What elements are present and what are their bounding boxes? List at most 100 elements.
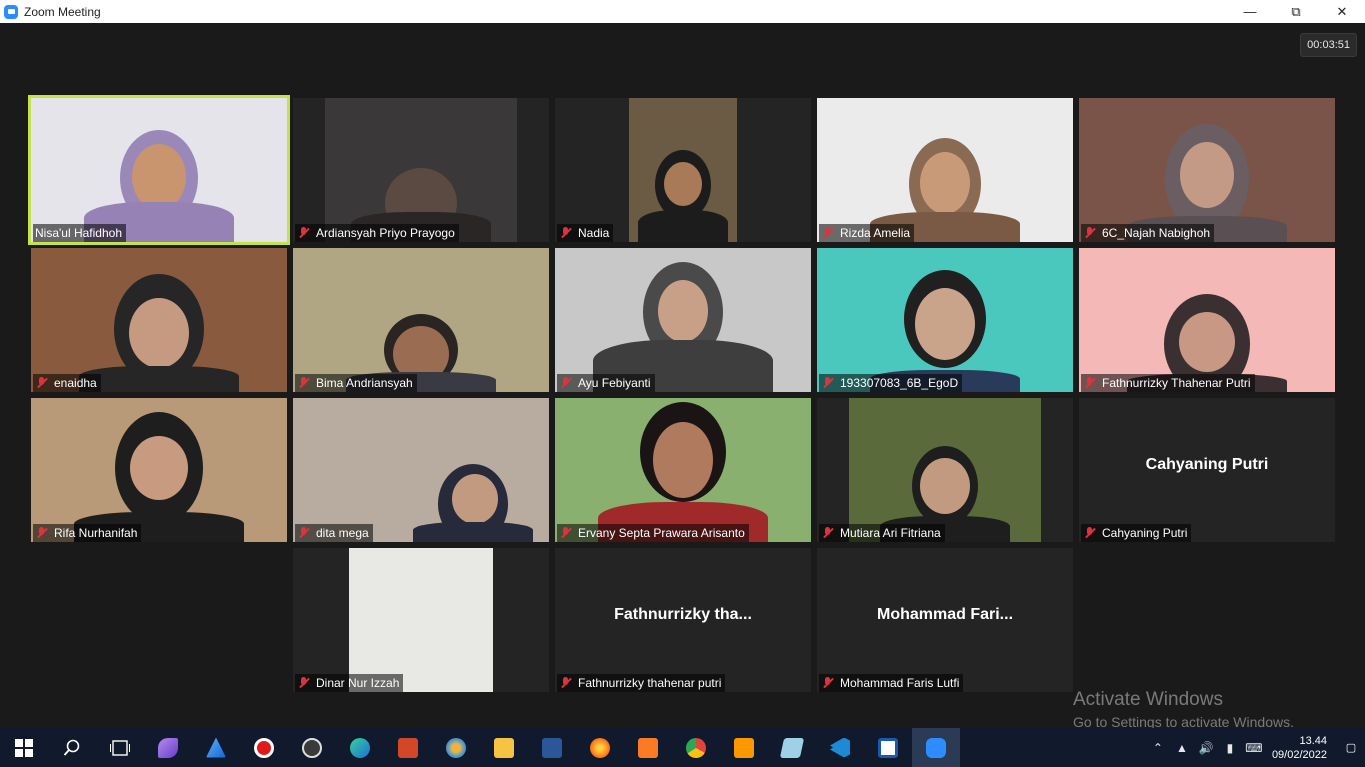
participant-tile[interactable]: Nisa'ul Hafidhoh [28,95,290,245]
clock-time: 13.44 [1299,734,1327,747]
record-icon [254,737,274,758]
participant-video [629,98,737,242]
taskbar-app[interactable] [336,728,384,767]
participant-name: Mohammad Faris Lutfi [840,676,960,690]
participant-name-label: 6C_Najah Nabighoh [1081,224,1215,242]
participant-video [31,98,287,242]
keyboard-icon[interactable]: ⌨ [1242,741,1266,755]
taskbar-app[interactable] [288,728,336,767]
participant-video [31,398,287,542]
taskbar-app[interactable] [864,728,912,767]
participant-tile[interactable]: Fathnurrizky Thahenar Putri [1079,248,1335,392]
participant-name: dita mega [316,526,369,540]
obs-icon [302,737,322,758]
participant-name-label: Dinar Nur Izzah [295,674,404,692]
participant-name: Ardiansyah Priyo Prayogo [316,226,455,240]
participant-video [31,248,287,392]
taskbar-app[interactable] [816,728,864,767]
participant-tile[interactable]: Bima Andriansyah [293,248,549,392]
participant-name-label: Nisa'ul Hafidhoh [33,224,127,242]
participant-name-label: Mutiara Ari Fitriana [819,524,945,542]
muted-mic-icon [559,676,573,690]
taskbar-app[interactable] [144,728,192,767]
participant-tile[interactable]: Rifa Nurhanifah [31,398,287,542]
participant-name: enaidha [54,376,97,390]
participant-tile[interactable]: Rizda Amelia [817,98,1073,242]
chrome-icon [686,737,706,758]
word-icon [542,737,562,758]
taskbar-app[interactable] [432,728,480,767]
participant-tile[interactable]: Mohammad Fari... Mohammad Faris Lutfi [817,548,1073,692]
muted-mic-icon [821,376,835,390]
participant-display-name: Mohammad Fari... [876,606,1014,623]
muted-mic-icon [821,526,835,540]
taskbar-app[interactable] [528,728,576,767]
participant-video [293,398,549,542]
muted-mic-icon [1083,526,1097,540]
participant-tile[interactable]: Ervany Septa Prawara Arisanto [555,398,811,542]
participant-tile[interactable]: 193307083_6B_EgoD [817,248,1073,392]
participant-tile[interactable]: enaidha [31,248,287,392]
meeting-gallery: 00:03:51 Nisa'ul Hafidhoh Ardiansyah Pri… [0,23,1365,730]
volume-icon[interactable]: 🔊 [1194,741,1218,755]
participant-tile[interactable]: Dinar Nur Izzah [293,548,549,692]
muted-mic-icon [35,376,49,390]
taskbar-app[interactable] [480,728,528,767]
participant-name-label: enaidha [33,374,101,392]
taskbar-app[interactable] [672,728,720,767]
window-title: Zoom Meeting [24,4,101,19]
taskbar-app-zoom[interactable] [912,728,960,767]
file-explorer-icon [494,737,514,758]
participant-name-label: Bima Andriansyah [295,374,417,392]
participant-tile[interactable]: Cahyaning Putri Cahyaning Putri [1079,398,1335,542]
participant-tile[interactable]: dita mega [293,398,549,542]
participant-name: Rifa Nurhanifah [54,526,138,540]
network-icon[interactable]: ▲ [1170,741,1194,755]
chevron-up-icon[interactable]: ⌃ [1146,741,1170,755]
participant-name-label: Nadia [557,224,614,242]
taskbar-app[interactable] [576,728,624,767]
participant-tile[interactable]: Mutiara Ari Fitriana [817,398,1073,542]
participant-tile[interactable]: Ardiansyah Priyo Prayogo [293,98,549,242]
participant-tile[interactable]: Fathnurrizky tha... Fathnurrizky thahena… [555,548,811,692]
taskbar-app[interactable] [192,728,240,767]
minimize-button[interactable]: — [1227,0,1273,23]
participant-name: Ayu Febiyanti [578,376,651,390]
zoom-app-icon [4,4,18,19]
taskbar-app[interactable] [624,728,672,767]
participant-name: Nadia [578,226,610,240]
participant-name-label: Rifa Nurhanifah [33,524,142,542]
sail-app-icon [206,737,226,758]
clock-date: 09/02/2022 [1271,748,1327,761]
start-button[interactable] [0,728,48,767]
participant-video [1079,248,1335,392]
taskbar-search-button[interactable] [48,728,96,767]
taskbar-clock[interactable]: 13.44 09/02/2022 [1272,734,1327,762]
vscode-icon [830,737,850,758]
close-button[interactable]: ✕ [1319,0,1365,23]
participant-video [1079,98,1335,242]
participant-name: Bima Andriansyah [316,376,413,390]
participant-name-label: Ardiansyah Priyo Prayogo [295,224,459,242]
restore-button[interactable]: ⧉ [1273,0,1319,23]
participant-name-label: Cahyaning Putri [1081,524,1192,542]
taskbar-app[interactable] [720,728,768,767]
participant-tile[interactable]: 6C_Najah Nabighoh [1079,98,1335,242]
battery-icon[interactable]: ▮ [1218,741,1242,755]
window-titlebar: Zoom Meeting — ⧉ ✕ [0,0,1365,23]
participant-tile[interactable]: Nadia [555,98,811,242]
taskbar-app[interactable] [768,728,816,767]
task-view-button[interactable] [96,728,144,767]
powerpoint-icon [398,737,418,758]
taskbar: ⌃ ▲ 🔊 ▮ ⌨ 13.44 09/02/2022 ▢ [0,728,1365,767]
muted-mic-icon [559,226,573,240]
search-icon [63,739,80,756]
participant-video [849,398,1041,542]
participant-name-label: Fathnurrizky Thahenar Putri [1081,374,1255,392]
taskbar-app[interactable] [240,728,288,767]
taskbar-app[interactable] [384,728,432,767]
participant-tile[interactable]: Ayu Febiyanti [555,248,811,392]
sublime-icon [734,737,754,758]
notification-icon[interactable]: ▢ [1337,741,1365,754]
muted-mic-icon [821,676,835,690]
